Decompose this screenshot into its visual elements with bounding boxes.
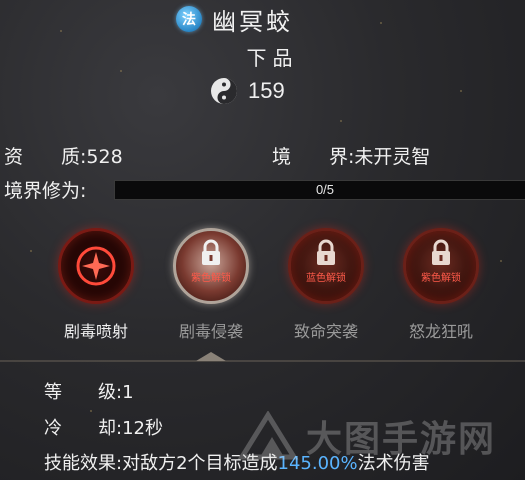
skill-name: 致命突袭 <box>293 322 358 341</box>
background-speck <box>460 90 462 92</box>
pet-name: 幽冥蛟 <box>212 7 293 36</box>
lock-icon <box>202 239 220 265</box>
pet-title-row: 法 幽冥蛟 <box>176 4 293 36</box>
cultivation-progress-bar: 0/5 <box>114 180 525 200</box>
skill-slot-2[interactable]: 紫色解锁 剧毒侵袭 <box>161 228 261 342</box>
background-speck <box>340 120 342 122</box>
skill-icon-dragon-roar: 紫色解锁 <box>403 228 479 304</box>
background-speck <box>90 410 92 412</box>
selection-divider <box>0 352 525 362</box>
watermark: 大图手游网 <box>238 410 496 462</box>
power-row: 159 <box>210 76 285 106</box>
unlock-requirement: 紫色解锁 <box>191 273 231 284</box>
skill-name: 剧毒侵袭 <box>178 322 243 341</box>
skill-icon-toxic-invasion: 紫色解锁 <box>173 228 249 304</box>
cultivation-progress-text: 0/5 <box>315 182 335 197</box>
unlock-requirement: 蓝色解锁 <box>306 273 346 284</box>
skill-icon-deadly-assault: 蓝色解锁 <box>288 228 364 304</box>
realm-label: 境 界: <box>272 146 355 168</box>
skill-name: 剧毒喷射 <box>63 322 128 341</box>
aptitude-value: 528 <box>86 146 123 168</box>
effect-label: 技能效果: <box>44 453 123 474</box>
realm-row: 境 界:未开灵智 <box>272 142 430 169</box>
cooldown-value: 12秒 <box>122 418 163 439</box>
skill-icon-toxic-spray <box>58 228 134 304</box>
skill-name: 怒龙狂吼 <box>408 322 473 341</box>
watermark-text: 大图手游网 <box>306 419 497 460</box>
level-value: 1 <box>122 382 134 403</box>
power-value: 159 <box>248 78 285 103</box>
yin-yang-icon <box>211 78 237 104</box>
skill-slot-1[interactable]: 剧毒喷射 <box>46 228 146 342</box>
skill-glyph-icon <box>76 246 116 286</box>
type-badge: 法 <box>176 6 202 32</box>
unlock-requirement: 紫色解锁 <box>421 273 461 284</box>
cultivation-label: 境界修为: <box>4 180 87 202</box>
realm-value: 未开灵智 <box>354 146 431 168</box>
watermark-logo-icon <box>238 411 299 460</box>
skill-slot-3[interactable]: 蓝色解锁 致命突袭 <box>276 228 376 342</box>
aptitude-label: 资 质: <box>4 146 87 168</box>
skill-level-row: 等 级:1 <box>44 378 134 404</box>
skill-slot-4[interactable]: 紫色解锁 怒龙狂吼 <box>391 228 491 342</box>
aptitude-row: 资 质:528 <box>4 142 123 169</box>
background-speck <box>30 250 32 252</box>
pet-grade: 下品 <box>246 46 299 70</box>
background-speck <box>60 30 62 32</box>
skill-cooldown-row: 冷 却:12秒 <box>44 414 163 440</box>
cooldown-label: 冷 却: <box>44 418 123 439</box>
background-speck <box>380 22 382 24</box>
background-speck <box>500 260 502 262</box>
level-label: 等 级: <box>44 382 123 403</box>
lock-icon <box>317 239 335 265</box>
lock-icon <box>432 239 450 265</box>
